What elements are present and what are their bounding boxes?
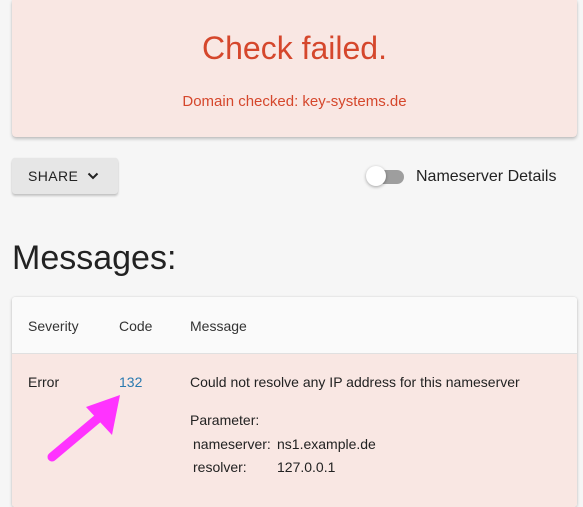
check-result-banner: Check failed. Domain checked: key-system… [12, 0, 577, 137]
domain-checked-text: Domain checked: key-systems.de [182, 93, 407, 110]
chevron-down-icon [86, 169, 100, 183]
share-button-label: SHARE [28, 168, 79, 184]
param-value-nameserver: ns1.example.de [277, 436, 376, 452]
annotation-arrow-icon [47, 395, 120, 462]
table-header: Severity Code Message [12, 297, 577, 354]
messages-heading: Messages: [12, 239, 177, 277]
param-value-resolver: 127.0.0.1 [277, 459, 336, 475]
column-header-code: Code [119, 318, 153, 334]
column-header-message: Message [190, 318, 247, 334]
message-cell: Could not resolve any IP address for thi… [190, 374, 520, 390]
param-key-nameserver: nameserver: [193, 436, 271, 452]
check-status-title: Check failed. [202, 30, 387, 66]
toggle-thumb [366, 166, 386, 186]
parameter-label: Parameter: [190, 412, 260, 428]
column-header-severity: Severity [28, 318, 79, 334]
nameserver-details-toggle[interactable] [366, 166, 406, 188]
param-key-resolver: resolver: [193, 459, 247, 475]
nameserver-details-label: Nameserver Details [416, 168, 557, 185]
share-button[interactable]: SHARE [12, 158, 118, 194]
